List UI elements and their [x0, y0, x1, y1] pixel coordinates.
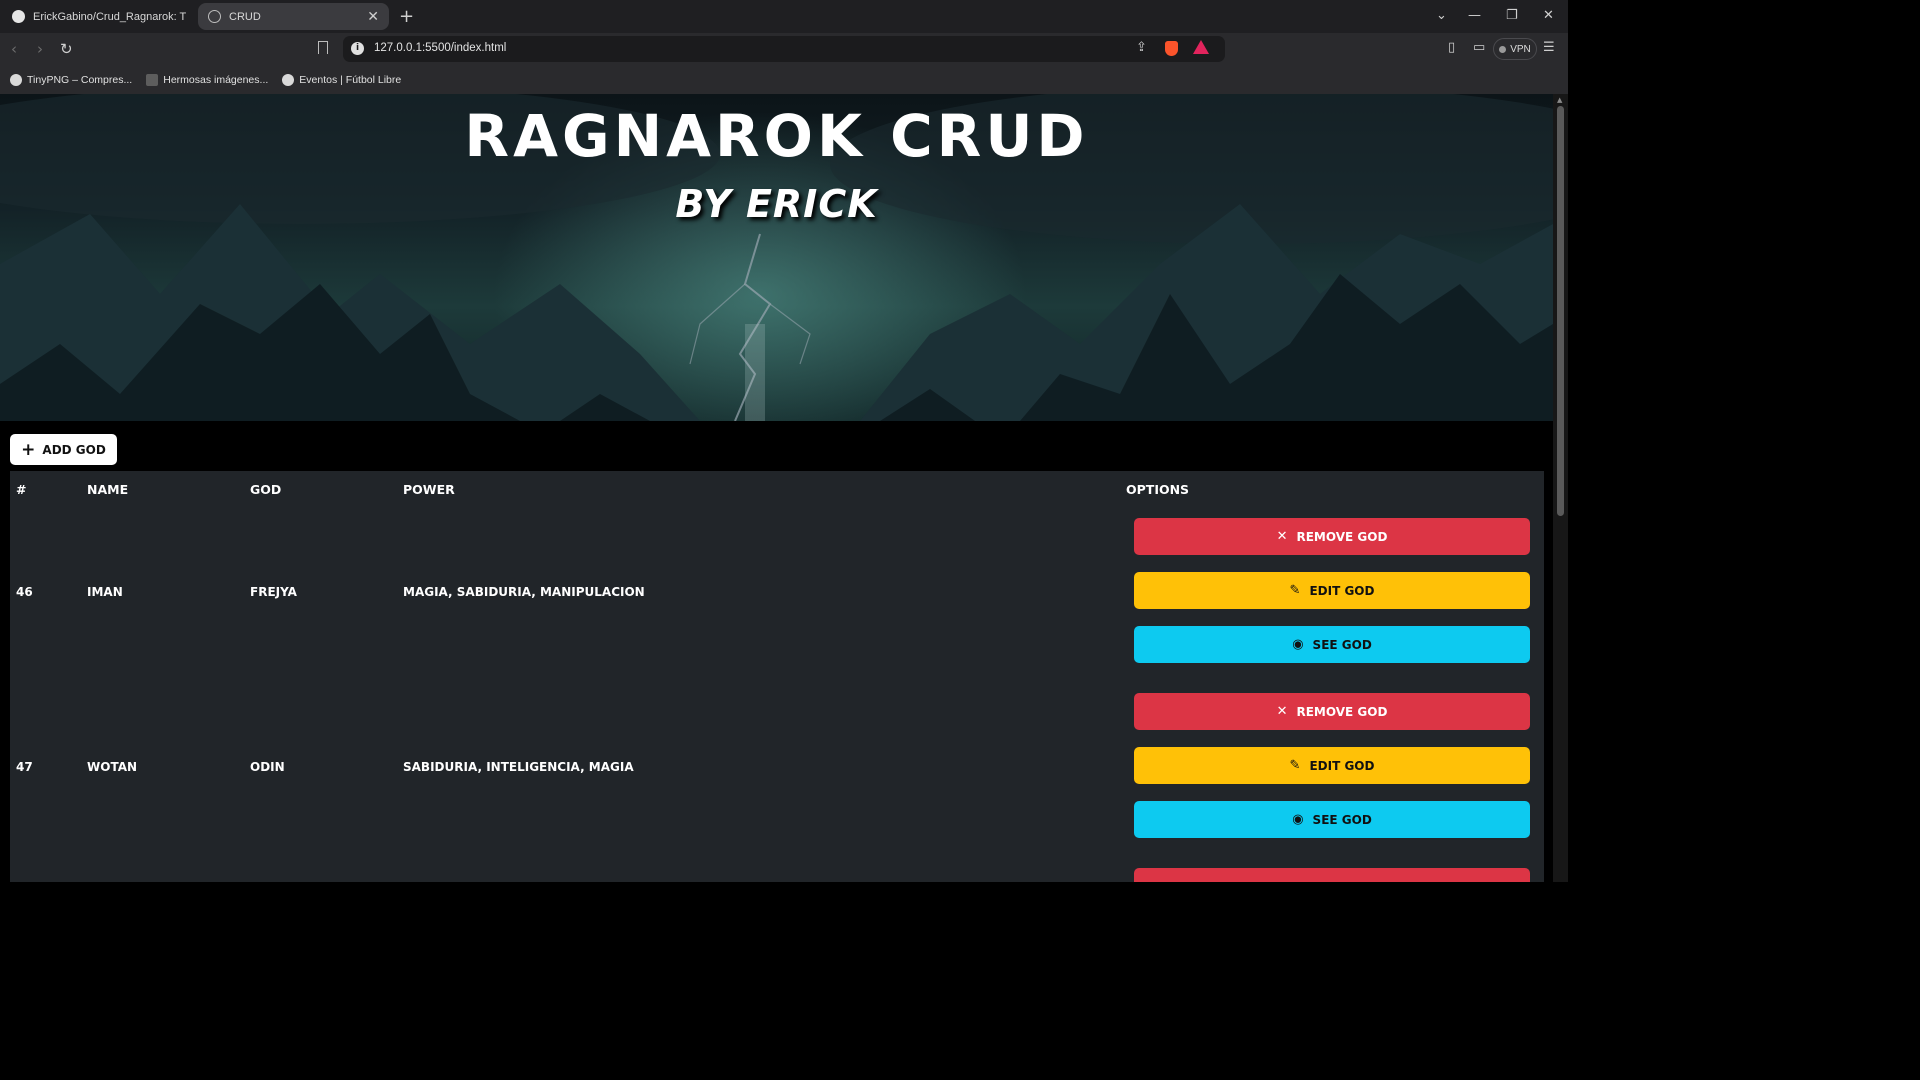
remove-god-button[interactable]: ✕ REMOVE GOD	[1134, 518, 1530, 555]
column-header-id: #	[16, 482, 27, 497]
vpn-label: VPN	[1510, 43, 1531, 55]
column-header-options: OPTIONS	[1126, 482, 1190, 497]
tab-bar: ErickGabino/Crud_Ragnarok: This is CRUD …	[0, 0, 1568, 33]
new-tab-button[interactable]: +	[399, 6, 414, 27]
page-subtitle: BY ERICK	[675, 182, 878, 226]
bookmark-label: TinyPNG – Compres...	[27, 73, 133, 86]
bookmark-futbol[interactable]: Eventos | Fútbol Libre	[282, 73, 402, 86]
remove-god-button[interactable]	[1134, 868, 1530, 882]
close-icon: ✕	[1276, 704, 1288, 719]
url-text[interactable]: 127.0.0.1:5500/index.html	[374, 42, 506, 54]
cell-name: WOTAN	[87, 760, 138, 774]
panda-icon	[10, 73, 22, 86]
tab-github[interactable]: ErickGabino/Crud_Ragnarok: This is	[2, 3, 196, 30]
bookmark-label: Hermosas imágenes...	[163, 73, 269, 86]
scroll-thumb[interactable]	[1557, 106, 1564, 516]
plus-icon: +	[21, 439, 36, 460]
vpn-button[interactable]: VPN	[1493, 38, 1537, 60]
see-god-button[interactable]: ◉ SEE GOD	[1134, 801, 1530, 838]
remove-god-label: REMOVE GOD	[1296, 529, 1388, 544]
brave-shields-icon[interactable]	[1165, 41, 1178, 56]
vertical-scrollbar[interactable]: ▲	[1553, 94, 1568, 882]
tab-crud[interactable]: CRUD ✕	[198, 3, 389, 30]
cell-god: FREJYA	[250, 585, 297, 599]
cell-power: SABIDURIA, INTELIGENCIA, MAGIA	[403, 760, 634, 774]
bookmarks-bar: TinyPNG – Compres... Hermosas imágenes..…	[0, 65, 1568, 94]
remove-god-label: REMOVE GOD	[1296, 704, 1388, 719]
globe-icon	[208, 10, 221, 23]
browser-toolbar: ‹ › ↻ i 127.0.0.1:5500/index.html ⇪ ▯ ▭ …	[0, 33, 1568, 65]
close-tab-icon[interactable]: ✕	[367, 8, 379, 25]
cell-power: MAGIA, SABIDURIA, MANIPULACION	[403, 585, 645, 599]
scroll-up-icon[interactable]: ▲	[1557, 96, 1562, 104]
back-icon[interactable]: ‹	[11, 40, 17, 58]
see-god-label: SEE GOD	[1312, 812, 1372, 827]
tab-title: ErickGabino/Crud_Ragnarok: This is	[33, 10, 186, 23]
edit-god-button[interactable]: ✎ EDIT GOD	[1134, 572, 1530, 609]
column-header-power: POWER	[403, 482, 455, 497]
column-header-name: NAME	[87, 482, 129, 497]
pencil-icon: ✎	[1289, 583, 1301, 598]
cell-god: ODIN	[250, 760, 285, 774]
edit-god-label: EDIT GOD	[1309, 583, 1375, 598]
minimize-icon[interactable]: —	[1468, 8, 1481, 23]
bookmark-images[interactable]: Hermosas imágenes...	[146, 73, 269, 86]
menu-icon[interactable]: ☰	[1543, 40, 1555, 55]
hero-banner: RAGNAROK CRUD BY ERICK	[0, 94, 1553, 421]
address-bar[interactable]: i 127.0.0.1:5500/index.html ⇪	[343, 36, 1225, 62]
github-icon	[12, 10, 25, 23]
add-god-label: ADD GOD	[42, 442, 106, 457]
tab-title: CRUD	[229, 10, 261, 23]
gods-table: # NAME GOD POWER OPTIONS 46 IMAN FREJYA …	[10, 471, 1544, 882]
edit-god-button[interactable]: ✎ EDIT GOD	[1134, 747, 1530, 784]
tab-search-icon[interactable]: ⌄	[1436, 8, 1447, 23]
cell-id: 46	[16, 585, 33, 599]
image-site-icon	[146, 73, 159, 86]
close-window-icon[interactable]: ✕	[1543, 8, 1554, 23]
eye-icon: ◉	[1292, 812, 1304, 827]
bookmark-icon[interactable]	[318, 41, 328, 54]
add-god-button[interactable]: + ADD GOD	[10, 434, 117, 465]
vpn-status-icon	[1499, 45, 1507, 53]
soccer-ball-icon	[282, 73, 295, 86]
pencil-icon: ✎	[1289, 758, 1301, 773]
reload-icon[interactable]: ↻	[60, 40, 73, 58]
forward-icon[interactable]: ›	[37, 40, 43, 58]
edit-god-label: EDIT GOD	[1309, 758, 1375, 773]
see-god-label: SEE GOD	[1312, 637, 1372, 652]
brave-rewards-icon[interactable]	[1193, 40, 1209, 54]
sidebar-icon[interactable]: ▯	[1448, 40, 1455, 55]
restore-icon[interactable]: ❐	[1506, 8, 1518, 23]
site-info-icon[interactable]: i	[351, 42, 364, 55]
cell-name: IMAN	[87, 585, 123, 599]
close-icon: ✕	[1276, 529, 1288, 544]
cell-id: 47	[16, 760, 33, 774]
column-header-god: GOD	[250, 482, 282, 497]
remove-god-button[interactable]: ✕ REMOVE GOD	[1134, 693, 1530, 730]
wallet-icon[interactable]: ▭	[1473, 40, 1485, 55]
page-title: RAGNAROK CRUD	[464, 102, 1089, 170]
see-god-button[interactable]: ◉ SEE GOD	[1134, 626, 1530, 663]
bookmark-tinypng[interactable]: TinyPNG – Compres...	[10, 73, 133, 86]
page-viewport: RAGNAROK CRUD BY ERICK + ADD GOD # NAME …	[0, 94, 1553, 882]
bookmark-label: Eventos | Fútbol Libre	[299, 73, 402, 86]
eye-icon: ◉	[1292, 637, 1304, 652]
share-icon[interactable]: ⇪	[1136, 40, 1147, 55]
